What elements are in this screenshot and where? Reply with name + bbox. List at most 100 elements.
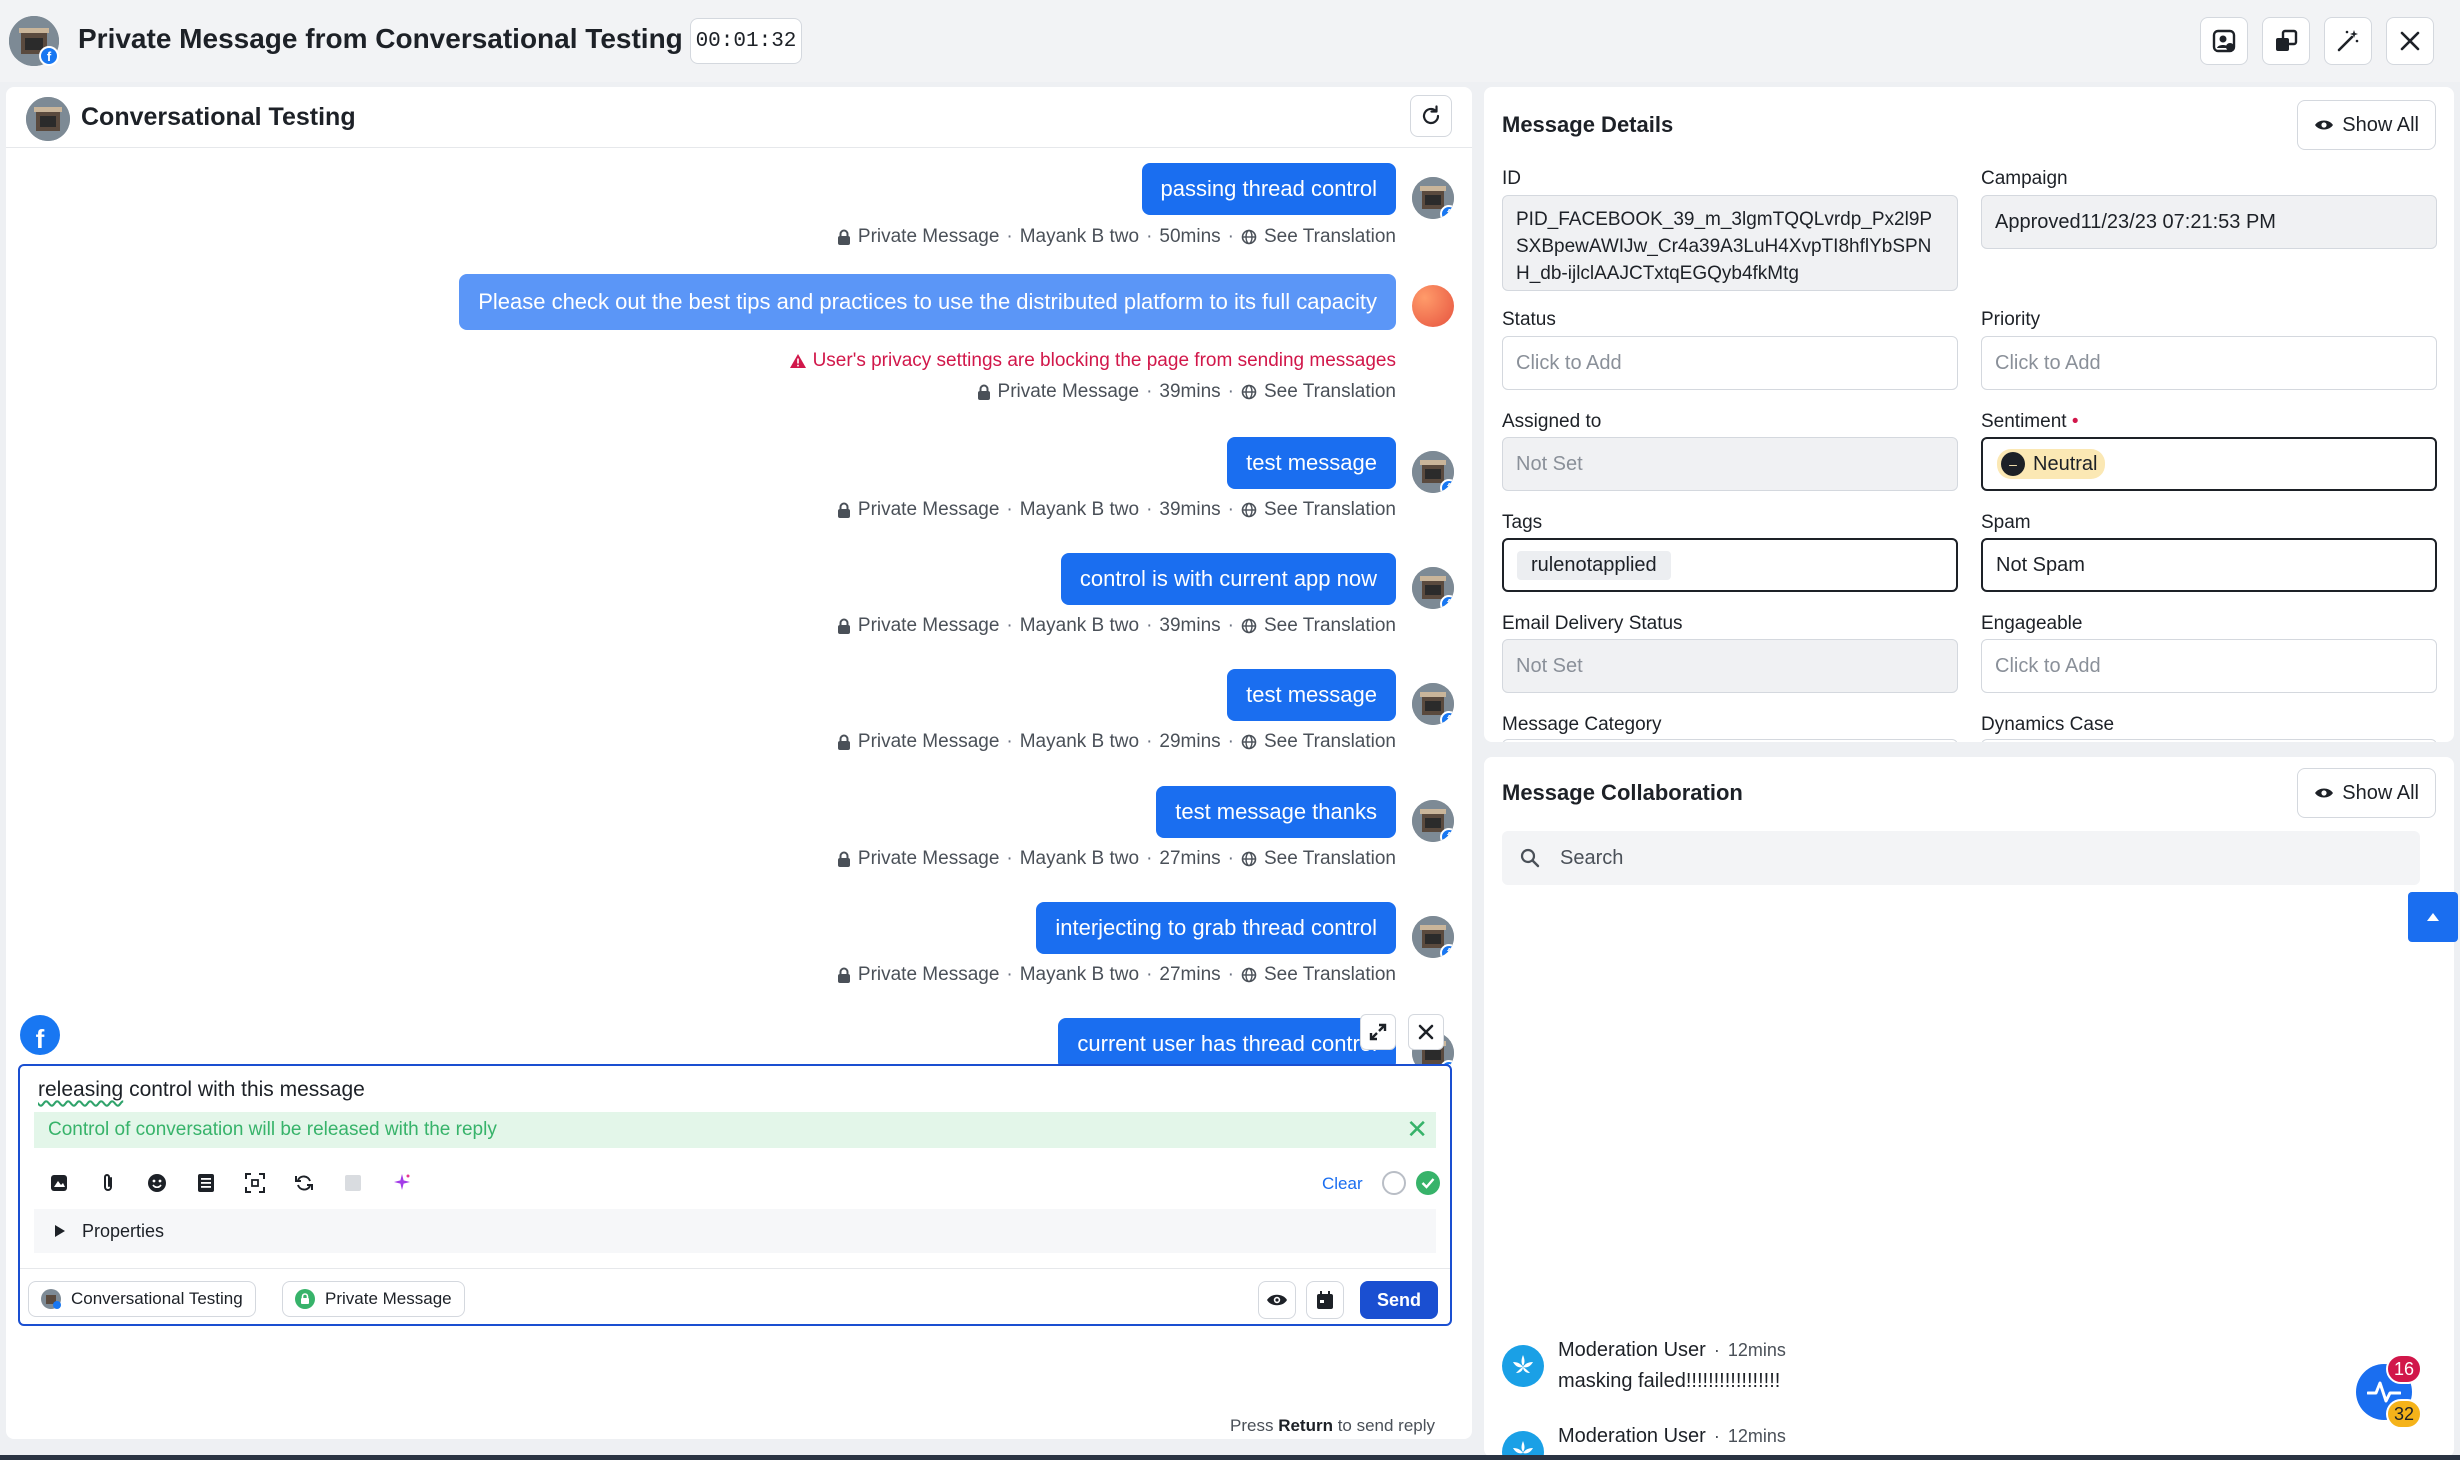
hint-suffix: to send reply — [1332, 1416, 1436, 1435]
notice-text: Control of conversation will be released… — [48, 1119, 497, 1140]
scroll-to-top-button[interactable] — [2408, 892, 2458, 942]
engageable-field[interactable]: Click to Add — [1981, 639, 2437, 693]
message-bubble[interactable]: current user has thread control — [1058, 1018, 1396, 1070]
assigned-to-field[interactable]: Not Set — [1502, 437, 1958, 491]
send-button[interactable]: Send — [1360, 1281, 1438, 1319]
preview-button[interactable] — [1258, 1281, 1296, 1319]
clear-link[interactable]: Clear — [1322, 1174, 1363, 1194]
message-meta: Private Message · Mayank B two · 29mins · See … — [837, 731, 1396, 753]
grid-icon — [344, 1175, 361, 1191]
see-translation-link[interactable]: See Translation — [1264, 615, 1396, 637]
eye-icon — [2315, 120, 2334, 130]
option-radio[interactable] — [1382, 1171, 1406, 1195]
message-meta: Private Message · Mayank B two · 27mins · See … — [837, 964, 1396, 986]
screenshot-button[interactable] — [230, 1168, 279, 1198]
ai-assist-button[interactable] — [377, 1168, 426, 1198]
show-all-label: Show All — [2342, 113, 2419, 136]
lock-icon — [837, 502, 850, 518]
see-translation-link[interactable]: See Translation — [1264, 499, 1396, 521]
template-button[interactable] — [181, 1168, 230, 1198]
globe-icon — [1241, 502, 1257, 518]
campaign-field[interactable]: Approved11/23/23 07:21:53 PM — [1981, 195, 2437, 249]
emoji-button[interactable] — [132, 1168, 181, 1198]
properties-toggle[interactable]: Properties — [34, 1209, 1436, 1253]
message-bubble[interactable]: Please check out the best tips and pract… — [459, 274, 1396, 330]
see-translation-link[interactable]: See Translation — [1264, 381, 1396, 403]
message-bubble[interactable]: test message thanks — [1156, 786, 1396, 838]
session-timer: 00:01:32 — [690, 18, 802, 64]
comment-author-name[interactable]: Moderation User — [1558, 1339, 1706, 1362]
check-circle-icon[interactable] — [1416, 1171, 1440, 1195]
see-translation-link[interactable]: See Translation — [1264, 964, 1396, 986]
details-show-all-button[interactable]: Show All — [2297, 100, 2436, 150]
message-details-panel: Message Details Show All ID PID_FACEBOOK… — [1484, 87, 2454, 742]
message-bubble[interactable]: test message — [1227, 437, 1396, 489]
privacy-warning-text: User's privacy settings are blocking the… — [812, 350, 1396, 371]
sentiment-field[interactable]: – Neutral — [1981, 437, 2437, 491]
reply-text-misspelled: releasing — [38, 1078, 124, 1101]
lock-icon — [837, 618, 850, 634]
message-bubble[interactable]: passing thread control — [1141, 163, 1396, 215]
moderator-avatar — [1502, 1431, 1544, 1457]
spam-field[interactable]: Not Spam — [1981, 538, 2437, 592]
magic-wand-button[interactable] — [2324, 17, 2372, 65]
pop-out-button[interactable] — [2262, 17, 2310, 65]
globe-icon — [1241, 618, 1257, 634]
lock-icon — [837, 967, 850, 983]
disabled-tool-button[interactable] — [328, 1168, 377, 1198]
id-field[interactable]: PID_FACEBOOK_39_m_3lgmTQQLvrdp_Px2l9PSXB… — [1502, 195, 1958, 291]
comment-author-name[interactable]: Moderation User — [1558, 1425, 1706, 1448]
collaboration-show-all-button[interactable]: Show All — [2297, 768, 2436, 818]
close-window-button[interactable] — [2386, 17, 2434, 65]
id-label: ID — [1502, 168, 1521, 189]
message-bubble[interactable]: interjecting to grab thread control — [1036, 902, 1396, 954]
tag-chip[interactable]: rulenotapplied — [1517, 550, 1671, 580]
refresh-button[interactable] — [1410, 95, 1452, 137]
warning-icon — [789, 354, 806, 368]
message-category-field[interactable] — [1502, 739, 1958, 742]
account-selector[interactable]: Conversational Testing — [28, 1281, 256, 1317]
reply-input[interactable]: releasing control with this message — [38, 1078, 365, 1102]
globe-icon — [1241, 229, 1257, 245]
tags-label: Tags — [1502, 512, 1543, 533]
see-translation-link[interactable]: See Translation — [1264, 226, 1396, 248]
close-composer-button[interactable] — [1408, 1014, 1444, 1050]
expand-icon — [1369, 1023, 1387, 1041]
email-delivery-status-field[interactable]: Not Set — [1502, 639, 1958, 693]
collaboration-search-input[interactable]: Search — [1502, 831, 2420, 885]
message-author: Mayank B two — [1019, 848, 1140, 869]
tags-field[interactable]: rulenotapplied — [1502, 538, 1958, 592]
divider — [6, 147, 1472, 148]
message-meta: Private Message · Mayank B two · 39mins · See … — [837, 615, 1396, 637]
attach-button[interactable] — [83, 1168, 132, 1198]
globe-icon — [1241, 967, 1257, 983]
dynamics-case-field[interactable] — [1981, 739, 2437, 742]
dismiss-notice-icon[interactable]: ✕ — [1406, 1116, 1428, 1142]
message-meta: Private Message · Mayank B two · 50mins · S… — [837, 226, 1396, 248]
see-translation-link[interactable]: See Translation — [1264, 731, 1396, 753]
contact-card-icon — [2212, 29, 2236, 53]
see-translation-link[interactable]: See Translation — [1264, 848, 1396, 870]
comment-time: 12mins — [1727, 1426, 1786, 1446]
dynamics-case-label: Dynamics Case — [1981, 714, 2115, 735]
expand-composer-button[interactable] — [1360, 1014, 1396, 1050]
status-label: Status — [1502, 309, 1556, 330]
insert-media-button[interactable] — [34, 1168, 83, 1198]
send-hint: Press Return to send reply — [1230, 1416, 1435, 1436]
contact-card-button[interactable] — [2200, 17, 2248, 65]
close-icon — [1418, 1024, 1434, 1040]
message-type: Private Message — [857, 499, 1000, 520]
message-bubble[interactable]: control is with current app now — [1060, 553, 1396, 605]
message-meta: Private Message · 39mins · See Translation — [977, 381, 1396, 403]
schedule-button[interactable] — [1306, 1281, 1344, 1319]
hint-key: Return — [1278, 1416, 1333, 1435]
required-marker: • — [2071, 411, 2079, 432]
priority-field[interactable]: Click to Add — [1981, 336, 2437, 390]
message-bubble[interactable]: test message — [1227, 669, 1396, 721]
type-chip-label: Private Message — [325, 1289, 452, 1308]
sender-avatar: f — [1412, 683, 1454, 725]
rephrase-button[interactable] — [279, 1168, 328, 1198]
sparkle-icon — [393, 1174, 410, 1190]
status-field[interactable]: Click to Add — [1502, 336, 1958, 390]
message-type-selector[interactable]: Private Message — [282, 1281, 465, 1317]
